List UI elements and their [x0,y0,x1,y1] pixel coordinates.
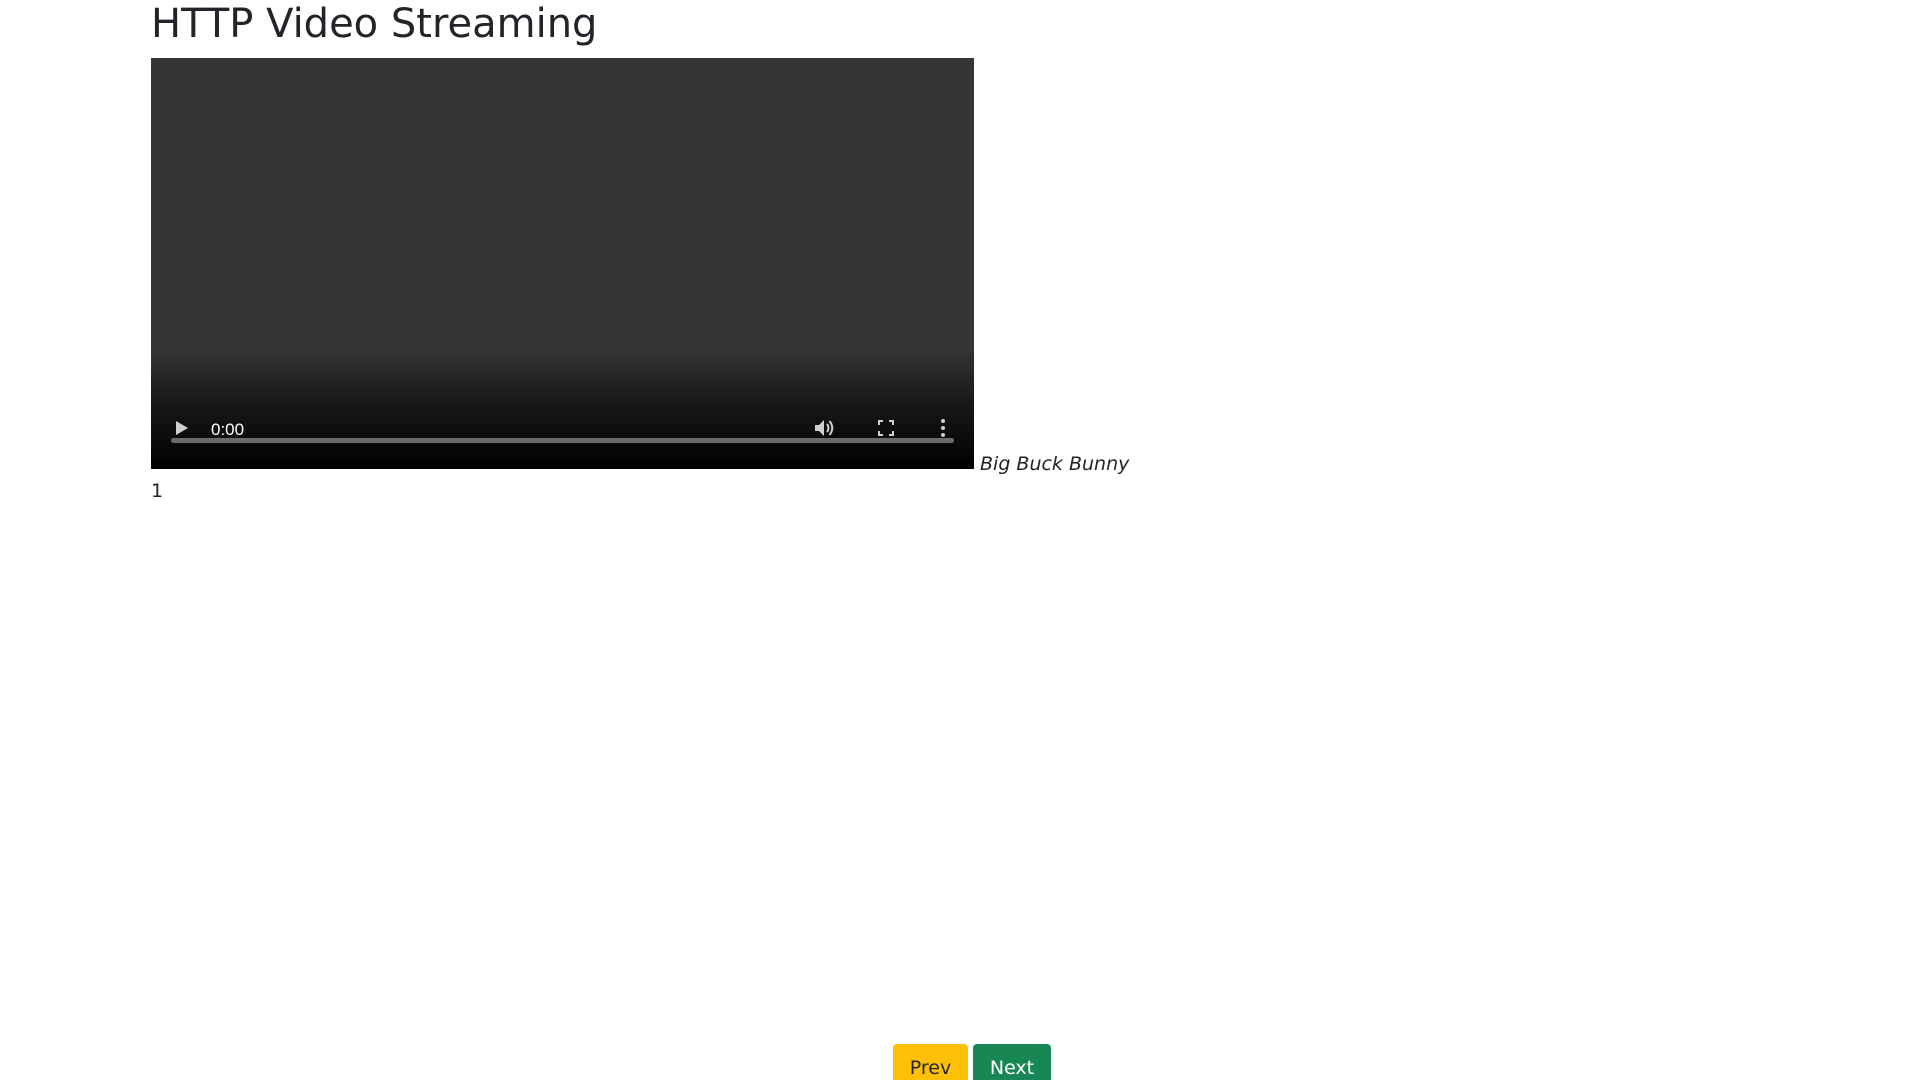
play-button[interactable] [169,410,195,450]
video-row: 0:00 Big Buck Bunny [151,58,1129,475]
volume-button[interactable] [807,410,841,450]
play-icon [175,420,189,440]
prev-button[interactable]: Prev [893,1044,968,1080]
next-button[interactable]: Next [973,1044,1051,1080]
current-time: 0:00 [211,420,245,439]
more-options-button[interactable] [931,410,955,450]
page: HTTP Video Streaming 0:00 Big Buck Bunny… [0,0,1920,1080]
video-controls: 0:00 [151,410,974,450]
fullscreen-icon [878,420,894,440]
fullscreen-button[interactable] [869,410,903,450]
pagination-controls: Prev Next [893,1044,1051,1080]
video-caption: Big Buck Bunny [980,453,1130,475]
page-title: HTTP Video Streaming [151,1,598,47]
controls-gradient [151,349,974,469]
progress-bar[interactable] [171,438,954,443]
page-number: 1 [151,480,164,502]
video-player[interactable]: 0:00 [151,58,974,469]
